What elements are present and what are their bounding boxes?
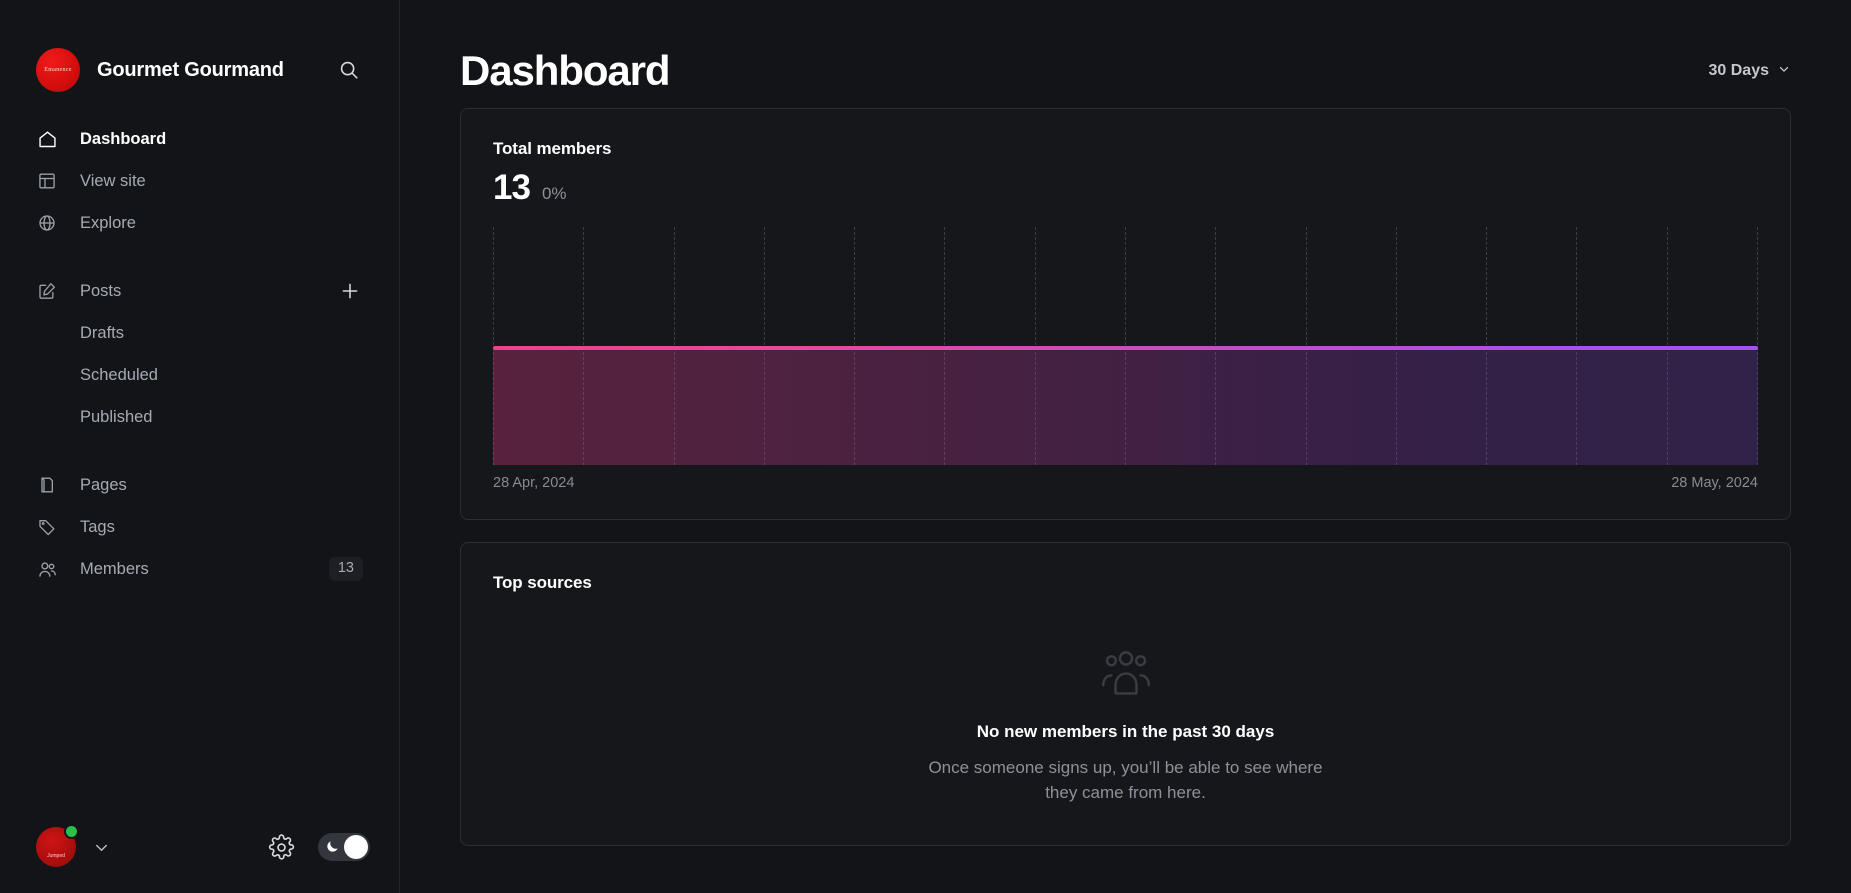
chart-start-date: 28 Apr, 2024 bbox=[493, 475, 575, 491]
empty-state-title: No new members in the past 30 days bbox=[976, 722, 1275, 741]
empty-state-description: Once someone signs up, you’ll be able to… bbox=[928, 758, 1323, 802]
nav-group-primary: Dashboard View site Explore bbox=[0, 118, 399, 244]
sidebar-item-label: View site bbox=[80, 171, 146, 190]
chart-area-fill bbox=[493, 347, 1758, 465]
card-header: Top sources bbox=[461, 543, 1790, 593]
status-badge bbox=[64, 824, 79, 839]
nav-group-posts: Posts Drafts Scheduled Published bbox=[0, 270, 399, 438]
sidebar: Emanence Gourmet Gourmand Dashboard View… bbox=[0, 0, 400, 893]
sidebar-item-pages[interactable]: Pages bbox=[0, 464, 399, 506]
add-post-button[interactable] bbox=[337, 278, 363, 304]
chart-end-date: 28 May, 2024 bbox=[1671, 475, 1758, 491]
chart-line bbox=[493, 346, 1758, 350]
card-title: Total members bbox=[493, 139, 612, 158]
card-title: Top sources bbox=[493, 573, 592, 592]
sidebar-item-published[interactable]: Published bbox=[0, 396, 399, 438]
site-logo-text: Emanence bbox=[44, 66, 72, 74]
members-total-value: 13 bbox=[493, 168, 531, 207]
avatar-text: Jumped bbox=[47, 853, 65, 859]
sidebar-nav: Dashboard View site Explore Posts Drafts… bbox=[0, 100, 399, 590]
members-group-icon bbox=[1098, 645, 1154, 706]
metric-row: 13 0% bbox=[493, 170, 1758, 205]
footer-actions bbox=[266, 832, 370, 862]
members-count-badge: 13 bbox=[328, 557, 363, 581]
sidebar-item-drafts[interactable]: Drafts bbox=[0, 312, 399, 354]
main-content: Dashboard 30 Days Total members 13 0% 28… bbox=[400, 0, 1851, 893]
top-sources-card: Top sources No new members in the past 3… bbox=[460, 542, 1791, 847]
date-range-selector[interactable]: 30 Days bbox=[1709, 62, 1792, 81]
sidebar-item-label: Tags bbox=[80, 517, 115, 536]
site-logo[interactable]: Emanence bbox=[36, 48, 80, 92]
site-title: Gourmet Gourmand bbox=[97, 58, 284, 81]
sidebar-item-label: Pages bbox=[80, 475, 127, 494]
page-icon bbox=[36, 474, 58, 496]
sidebar-item-dashboard[interactable]: Dashboard bbox=[0, 118, 399, 160]
sidebar-footer: Jumped bbox=[0, 801, 400, 893]
sidebar-item-view-site[interactable]: View site bbox=[0, 160, 399, 202]
nav-group-content: Pages Tags Members 13 bbox=[0, 464, 399, 590]
layout-icon bbox=[36, 170, 58, 192]
moon-icon bbox=[325, 839, 340, 859]
edit-icon bbox=[36, 280, 58, 302]
sidebar-item-label: Dashboard bbox=[80, 129, 167, 148]
sidebar-item-explore[interactable]: Explore bbox=[0, 202, 399, 244]
theme-toggle[interactable] bbox=[318, 833, 370, 861]
page-title: Dashboard bbox=[460, 47, 671, 94]
total-members-card: Total members 13 0% 28 Apr, 2024 28 May,… bbox=[460, 108, 1791, 520]
chart-axis-labels: 28 Apr, 2024 28 May, 2024 bbox=[461, 465, 1790, 519]
sidebar-item-label: Scheduled bbox=[80, 365, 158, 384]
app-root: Emanence Gourmet Gourmand Dashboard View… bbox=[0, 0, 1851, 893]
user-avatar-button[interactable]: Jumped bbox=[36, 824, 79, 867]
members-icon bbox=[36, 558, 58, 580]
chevron-down-icon[interactable] bbox=[90, 836, 112, 858]
sidebar-item-scheduled[interactable]: Scheduled bbox=[0, 354, 399, 396]
card-header: Total members 13 0% bbox=[461, 109, 1790, 205]
sidebar-item-label: Members bbox=[80, 559, 149, 578]
members-chart-wrap bbox=[461, 205, 1790, 465]
chevron-down-icon bbox=[1777, 62, 1791, 81]
gear-icon[interactable] bbox=[266, 832, 296, 862]
members-chart[interactable] bbox=[493, 227, 1758, 465]
globe-icon bbox=[36, 212, 58, 234]
empty-state: No new members in the past 30 days Once … bbox=[461, 593, 1790, 845]
page-header: Dashboard 30 Days bbox=[440, 0, 1811, 108]
tag-icon bbox=[36, 516, 58, 538]
sidebar-item-posts[interactable]: Posts bbox=[0, 270, 399, 312]
toggle-knob bbox=[344, 835, 368, 859]
sidebar-item-label: Explore bbox=[80, 213, 136, 232]
date-range-label: 30 Days bbox=[1708, 62, 1770, 79]
sidebar-item-tags[interactable]: Tags bbox=[0, 506, 399, 548]
sidebar-item-members[interactable]: Members 13 bbox=[0, 548, 399, 590]
sidebar-item-label: Published bbox=[80, 407, 153, 426]
sidebar-item-label: Posts bbox=[80, 281, 122, 300]
members-delta-value: 0% bbox=[541, 184, 567, 203]
brand-row: Emanence Gourmet Gourmand bbox=[0, 0, 399, 100]
sidebar-item-label: Drafts bbox=[80, 323, 125, 342]
search-icon[interactable] bbox=[335, 56, 363, 84]
home-icon bbox=[36, 128, 58, 150]
